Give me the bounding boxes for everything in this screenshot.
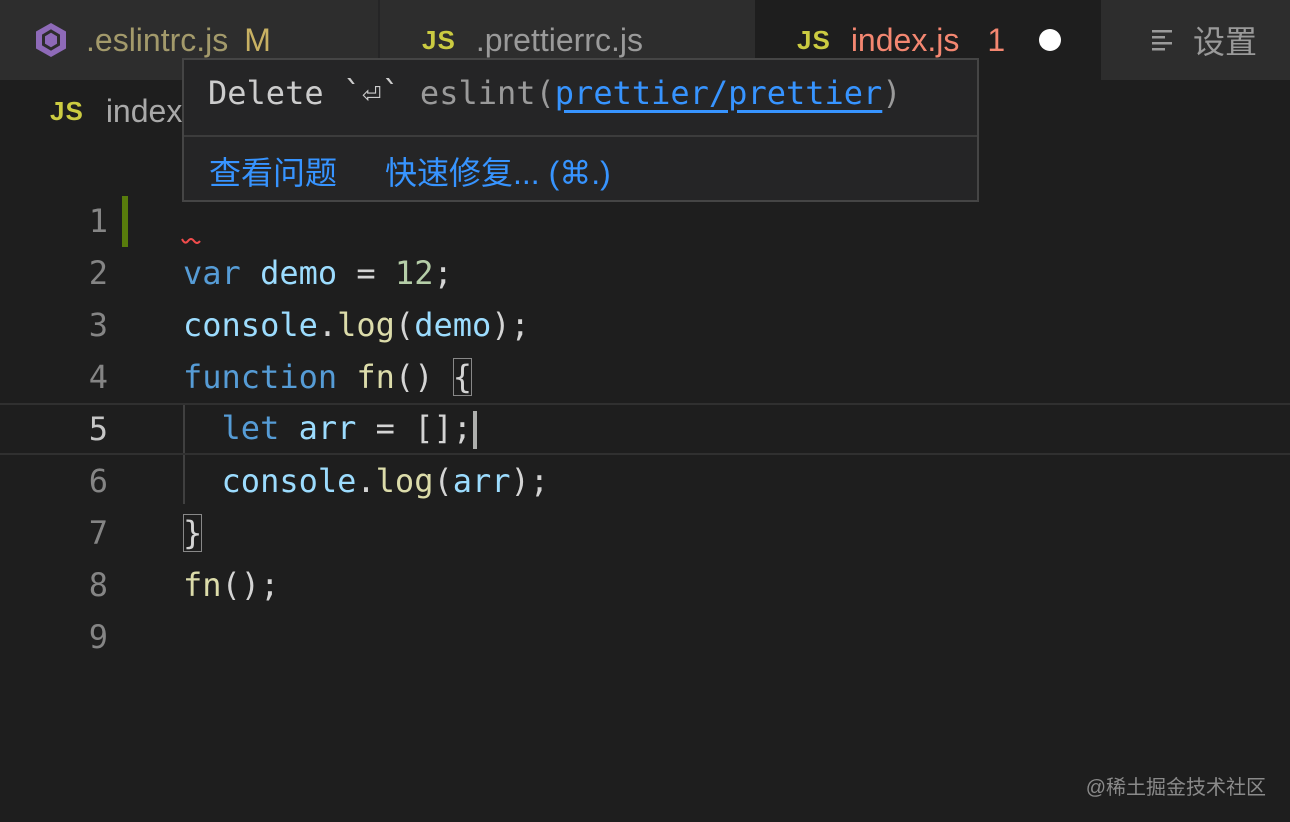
tab-label: index.js bbox=[850, 21, 960, 58]
view-problem-link[interactable]: 查看问题 bbox=[209, 148, 337, 194]
function-token: fn bbox=[356, 358, 395, 396]
line-number: 1 bbox=[88, 202, 108, 240]
keyword-token: function bbox=[183, 358, 338, 396]
settings-lines-icon bbox=[1152, 30, 1172, 51]
line-number: 3 bbox=[88, 306, 108, 344]
keyword-token: var bbox=[183, 254, 241, 292]
js-file-icon: JS bbox=[422, 24, 456, 55]
diagnostic-message: Delete `⏎` eslint(prettier/prettier) bbox=[208, 74, 902, 112]
variable-token: demo bbox=[414, 306, 492, 344]
line-number: 7 bbox=[88, 514, 108, 552]
diagnostic-hover-popup: Delete `⏎` eslint(prettier/prettier) 查看问… bbox=[182, 58, 979, 202]
code-text: let arr = []; bbox=[183, 409, 477, 449]
problem-count-badge: 1 bbox=[987, 21, 1006, 58]
code-line: 3 console.log(demo); bbox=[0, 299, 1290, 351]
code-line: 4 function fn() { bbox=[0, 351, 1290, 403]
tab-label: .prettierrc.js bbox=[475, 21, 643, 58]
line-number: 9 bbox=[88, 618, 108, 656]
code-line: 1 bbox=[0, 195, 1290, 247]
punctuation-token: ; bbox=[433, 254, 453, 292]
code-line: 8 fn(); bbox=[0, 559, 1290, 611]
js-file-icon: JS bbox=[797, 24, 831, 55]
code-text: console.log(arr); bbox=[183, 462, 550, 500]
punctuation-token: () bbox=[394, 358, 453, 396]
variable-token: console bbox=[221, 462, 357, 500]
code-line: 7 } bbox=[0, 507, 1290, 559]
js-file-icon: JS bbox=[50, 95, 84, 126]
code-text: function fn() { bbox=[183, 358, 472, 396]
line-number: 6 bbox=[88, 462, 108, 500]
punctuation-token: ( bbox=[433, 462, 453, 500]
tab-settings[interactable]: 设置 bbox=[1101, 0, 1290, 80]
tab-label: 设置 bbox=[1193, 24, 1258, 60]
eslint-hexagon-icon bbox=[36, 23, 66, 57]
quick-fix-link[interactable]: 快速修复... (⌘.) bbox=[385, 148, 611, 194]
punctuation-token: ); bbox=[510, 462, 550, 500]
punctuation-token: . bbox=[356, 462, 376, 500]
variable-token: console bbox=[183, 306, 318, 344]
variable-token: demo bbox=[260, 254, 338, 292]
code-line: 9 bbox=[0, 611, 1290, 663]
watermark: @稀土掘金技术社区 bbox=[1085, 777, 1266, 799]
diagnostic-source: eslint( bbox=[419, 74, 555, 112]
tab-label: .eslintrc.js bbox=[86, 21, 229, 58]
punctuation-token: . bbox=[317, 306, 338, 344]
number-token: 12 bbox=[394, 254, 434, 292]
function-token: log bbox=[337, 306, 395, 344]
code-text: var demo = 12; bbox=[183, 254, 453, 292]
variable-token: arr bbox=[452, 462, 511, 500]
unsaved-dot-icon[interactable] bbox=[1039, 29, 1062, 51]
rule-link[interactable]: prettier/prettier bbox=[555, 74, 883, 112]
function-token: log bbox=[375, 462, 434, 500]
code-line: 2 var demo = 12; bbox=[0, 247, 1290, 299]
code-line-current: 5 let arr = []; bbox=[0, 403, 1290, 455]
code-text: console.log(demo); bbox=[183, 306, 530, 344]
punctuation-token: []; bbox=[414, 409, 472, 447]
punctuation-token: ); bbox=[491, 306, 530, 344]
matched-bracket: { bbox=[452, 358, 472, 396]
text-cursor bbox=[472, 411, 477, 449]
hover-actions: 查看问题 快速修复... (⌘.) bbox=[209, 148, 611, 194]
code-line: 6 console.log(arr); bbox=[0, 455, 1290, 507]
line-number: 5 bbox=[88, 410, 108, 448]
variable-token: arr bbox=[298, 409, 357, 447]
line-number: 2 bbox=[88, 254, 108, 292]
diagnostic-source-close: ) bbox=[882, 74, 902, 112]
code-editor[interactable]: 1 2 var demo = 12; 3 console.log(demo); … bbox=[0, 195, 1290, 663]
git-modified-badge: M bbox=[244, 21, 271, 58]
operator-token: = bbox=[337, 254, 395, 292]
punctuation-token: ( bbox=[394, 306, 415, 344]
code-text: fn(); bbox=[183, 566, 279, 604]
punctuation-token: (); bbox=[221, 566, 280, 604]
matched-bracket: } bbox=[183, 514, 203, 552]
line-number: 8 bbox=[88, 566, 108, 604]
divider bbox=[184, 135, 977, 137]
function-token: fn bbox=[183, 566, 222, 604]
operator-token: = bbox=[356, 409, 415, 447]
code-text: } bbox=[183, 514, 203, 552]
keyword-token: let bbox=[221, 409, 280, 447]
message-text: Delete `⏎` bbox=[208, 74, 420, 112]
line-number: 4 bbox=[88, 358, 108, 396]
